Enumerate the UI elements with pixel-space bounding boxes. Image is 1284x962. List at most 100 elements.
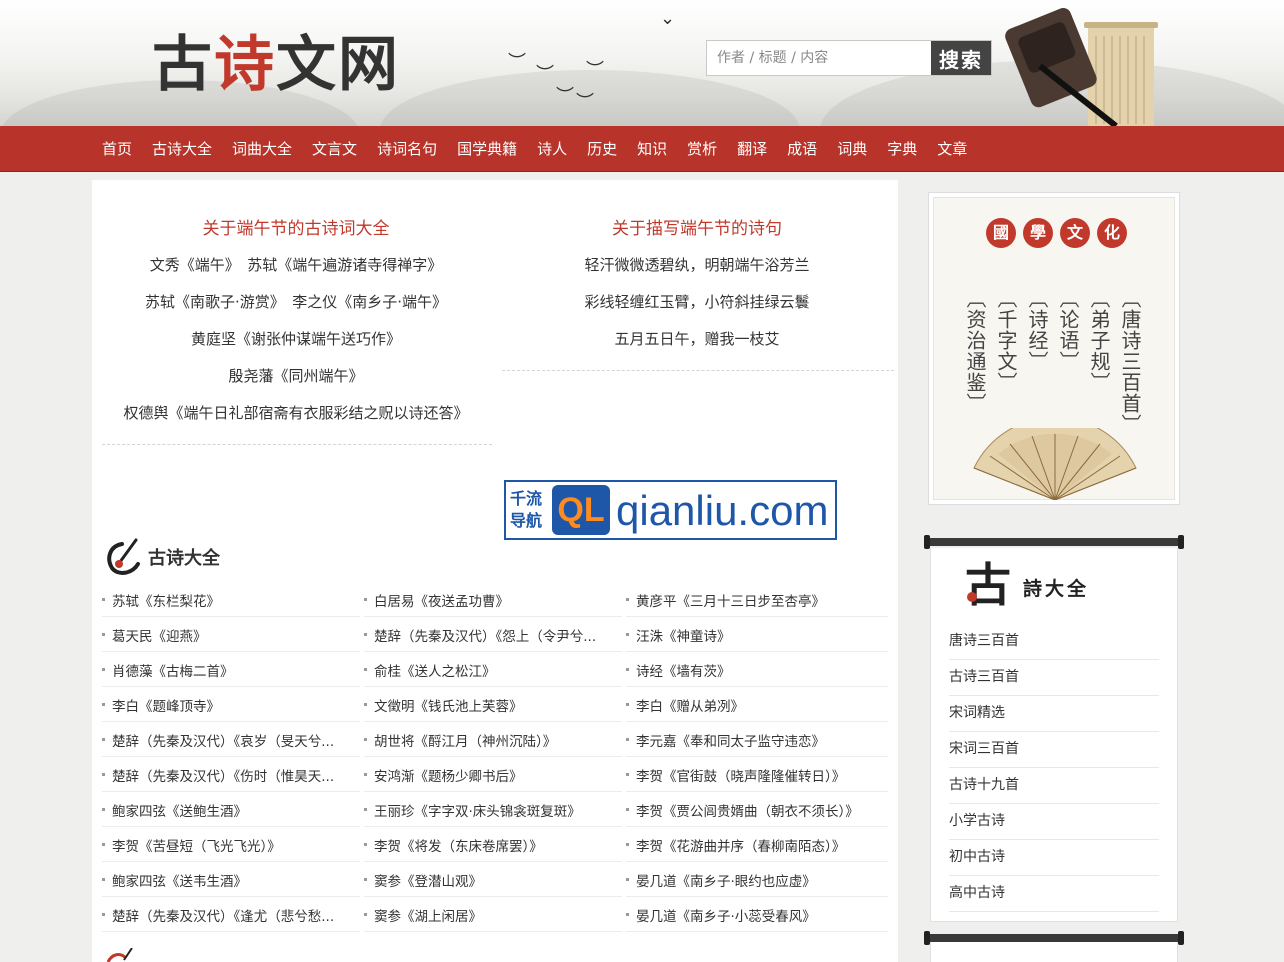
list-item[interactable]: 楚辞（先秦及汉代）《伤时（惟昊天... [102,757,360,792]
guoxue-culture-card[interactable]: 國 學 文 化 〔唐诗三百首〕 〔弟子规〕 〔论语〕 〔诗经〕 〔千字文〕 〔资… [928,192,1180,505]
poem-link[interactable]: 胡世将《酹江月（神州沉陆）》 [374,730,614,750]
list-item[interactable]: 王丽珍《字字双·床头锦衾斑复斑》 [364,792,622,827]
featured-left-title[interactable]: 关于端午节的古诗词大全 [102,214,490,239]
nav-item-fanyi[interactable]: 翻译 [727,126,777,172]
poem-link[interactable]: 王丽珍《字字双·床头锦衾斑复斑》 [374,800,614,820]
poem-link[interactable]: 李贺《贾公闾贵婿曲（朝衣不须长）》 [636,800,886,820]
featured-left-line[interactable]: 殷尧藩《同州端午》 [102,365,490,386]
poem-link[interactable]: 李白《赠从弟冽》 [636,695,886,715]
poem-link[interactable]: 葛天民《迎燕》 [112,625,352,645]
poem-link[interactable]: 俞桂《送人之松江》 [374,660,614,680]
poem-link[interactable]: 楚辞（先秦及汉代）《哀岁（旻天兮... [112,730,352,750]
poem-link[interactable]: 楚辞（先秦及汉代）《怨上（令尹兮... [374,625,614,645]
nav-item-shiren[interactable]: 诗人 [527,126,577,172]
poem-link[interactable]: 李白《题峰顶寺》 [112,695,352,715]
list-item[interactable]: 楚辞（先秦及汉代）《哀岁（旻天兮... [102,722,360,757]
poem-link[interactable]: 李贺《苦昼短（飞光飞光）》 [112,835,352,855]
featured-left-line[interactable]: 文秀《端午》 苏轼《端午遍游诸寺得禅字》 [102,254,490,275]
shi-card-item[interactable]: 宋词三百首 [949,732,1159,768]
nav-item-dianji[interactable]: 国学典籍 [447,126,527,172]
book-title[interactable]: 〔唐诗三百首〕 [1118,288,1142,435]
list-item[interactable]: 李元嘉《奉和同太子监守违恋》 [626,722,888,757]
poem-link[interactable]: 李贺《官街鼓（晓声隆隆催转日）》 [636,765,886,785]
poem-link[interactable]: 晏几道《南乡子·眼约也应虚》 [636,870,886,890]
poem-link[interactable]: 苏轼《东栏梨花》 [112,590,352,610]
list-item[interactable]: 窦参《登潜山观》 [364,862,622,897]
nav-item-zidian[interactable]: 字典 [877,126,927,172]
list-item[interactable]: 苏轼《东栏梨花》 [102,582,360,617]
shi-card-item[interactable]: 宋词精选 [949,696,1159,732]
list-item[interactable]: 李贺《苦昼短（飞光飞光）》 [102,827,360,862]
book-title[interactable]: 〔资治通鉴〕 [963,288,987,414]
poem-link[interactable]: 文徵明《钱氏池上芙蓉》 [374,695,614,715]
poem-link[interactable]: 诗经《墙有茨》 [636,660,886,680]
list-item[interactable]: 李贺《官街鼓（晓声隆隆催转日）》 [626,757,888,792]
featured-right-line[interactable]: 五月五日午，赠我一枝艾 [502,328,892,349]
featured-right-title[interactable]: 关于描写端午节的诗句 [502,214,892,239]
poem-link[interactable]: 汪洙《神童诗》 [636,625,886,645]
nav-item-home[interactable]: 首页 [92,126,142,172]
list-item[interactable]: 李贺《花游曲并序（春柳南陌态）》 [626,827,888,862]
nav-item-lishi[interactable]: 历史 [577,126,627,172]
poem-link[interactable]: 窦参《湖上闲居》 [374,905,614,925]
nav-item-gushi[interactable]: 古诗大全 [142,126,222,172]
list-item[interactable]: 汪洙《神童诗》 [626,617,888,652]
list-item[interactable]: 俞桂《送人之松江》 [364,652,622,687]
shi-card-item[interactable]: 高中古诗 [949,876,1159,912]
shi-card-item[interactable]: 初中古诗 [949,840,1159,876]
shi-card-item[interactable]: 唐诗三百首 [949,624,1159,660]
poem-link[interactable]: 李贺《将发（东床卷席罢）》 [374,835,614,855]
poem-link[interactable]: 楚辞（先秦及汉代）《逢尤（悲兮愁... [112,905,352,925]
poem-link[interactable]: 晏几道《南乡子·小蕊受春风》 [636,905,886,925]
nav-item-shangxi[interactable]: 赏析 [677,126,727,172]
poem-link[interactable]: 安鸿渐《题杨少卿书后》 [374,765,614,785]
nav-item-ciqu[interactable]: 词曲大全 [222,126,302,172]
featured-left-line[interactable]: 黄庭坚《谢张仲谋端午送巧作》 [102,328,490,349]
featured-right-line[interactable]: 轻汗微微透碧纨，明朝端午浴芳兰 [502,254,892,275]
list-item[interactable]: 诗经《墙有茨》 [626,652,888,687]
list-item[interactable]: 李白《题峰顶寺》 [102,687,360,722]
nav-item-zhishi[interactable]: 知识 [627,126,677,172]
featured-right-line[interactable]: 彩线轻缠红玉臂，小符斜挂绿云鬟 [502,291,892,312]
list-item[interactable]: 文徵明《钱氏池上芙蓉》 [364,687,622,722]
list-item[interactable]: 窦参《湖上闲居》 [364,897,622,932]
book-title[interactable]: 〔论语〕 [1056,288,1080,372]
search-input[interactable] [707,41,931,75]
book-title[interactable]: 〔诗经〕 [1025,288,1049,372]
book-title[interactable]: 〔千字文〕 [994,288,1018,393]
poem-link[interactable]: 黄彦平《三月十三日步至杏亭》 [636,590,886,610]
ad-banner[interactable]: 千流 导航 QL qianliu.com [504,480,837,540]
featured-left-line[interactable]: 苏轼《南歌子·游赏》 李之仪《南乡子·端午》 [102,291,490,312]
list-item[interactable]: 李贺《贾公闾贵婿曲（朝衣不须长）》 [626,792,888,827]
poem-link[interactable]: 肖德藻《古梅二首》 [112,660,352,680]
poem-link[interactable]: 楚辞（先秦及汉代）《伤时（惟昊天... [112,765,352,785]
poem-link[interactable]: 鲍家四弦《送韦生酒》 [112,870,352,890]
nav-item-mingju[interactable]: 诗词名句 [367,126,447,172]
poem-link[interactable]: 李元嘉《奉和同太子监守违恋》 [636,730,886,750]
list-item[interactable]: 胡世将《酹江月（神州沉陆）》 [364,722,622,757]
poem-link[interactable]: 李贺《花游曲并序（春柳南陌态）》 [636,835,886,855]
poem-link[interactable]: 白居易《夜送孟功曹》 [374,590,614,610]
list-item[interactable]: 葛天民《迎燕》 [102,617,360,652]
list-item[interactable]: 黄彦平《三月十三日步至杏亭》 [626,582,888,617]
list-item[interactable]: 鲍家四弦《送韦生酒》 [102,862,360,897]
shi-card-item[interactable]: 小学古诗 [949,804,1159,840]
nav-item-cidian[interactable]: 词典 [827,126,877,172]
list-item[interactable]: 李贺《将发（东床卷席罢）》 [364,827,622,862]
featured-left-line[interactable]: 权德舆《端午日礼部宿斋有衣服彩结之贶以诗还答》 [102,402,490,423]
list-item[interactable]: 肖德藻《古梅二首》 [102,652,360,687]
book-title[interactable]: 〔弟子规〕 [1087,288,1111,393]
list-item[interactable]: 鲍家四弦《送鲍生酒》 [102,792,360,827]
list-item[interactable]: 楚辞（先秦及汉代）《逢尤（悲兮愁... [102,897,360,932]
nav-item-wenzhang[interactable]: 文章 [927,126,977,172]
search-button[interactable]: 搜索 [931,41,991,75]
shi-card-item[interactable]: 古诗三百首 [949,660,1159,696]
list-item[interactable]: 晏几道《南乡子·小蕊受春风》 [626,897,888,932]
poem-link[interactable]: 鲍家四弦《送鲍生酒》 [112,800,352,820]
list-item[interactable]: 白居易《夜送孟功曹》 [364,582,622,617]
list-item[interactable]: 晏几道《南乡子·眼约也应虚》 [626,862,888,897]
list-item[interactable]: 安鸿渐《题杨少卿书后》 [364,757,622,792]
site-logo[interactable]: 古诗文网 [152,30,400,100]
shi-card-item[interactable]: 古诗十九首 [949,768,1159,804]
list-item[interactable]: 楚辞（先秦及汉代）《怨上（令尹兮... [364,617,622,652]
